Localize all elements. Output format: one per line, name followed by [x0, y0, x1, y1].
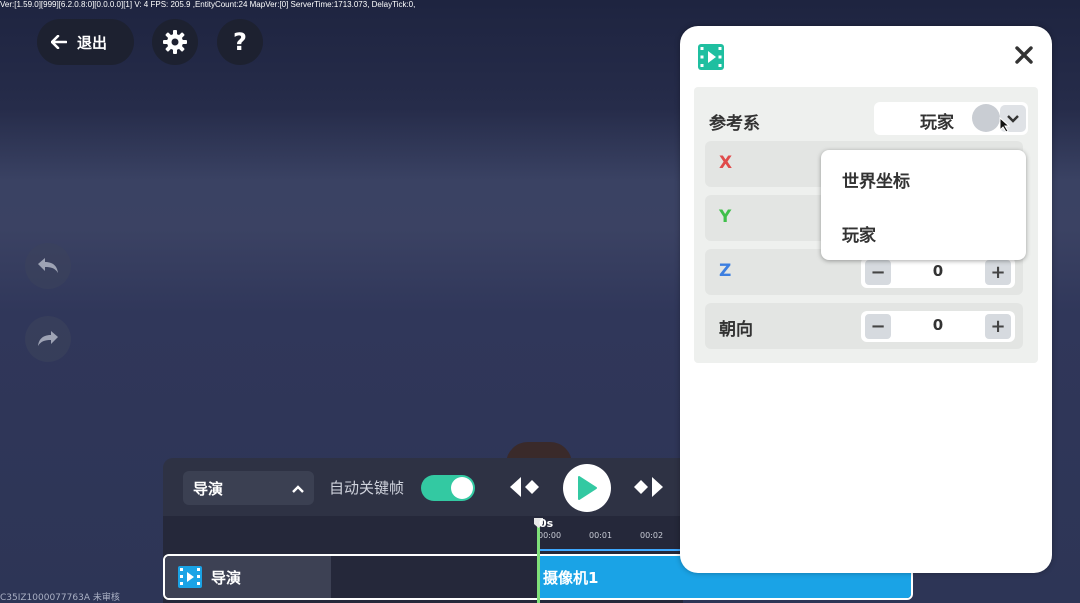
- timeline-toolbar: 导演 自动关键帧: [163, 458, 683, 516]
- heading-stepper[interactable]: 0 − +: [861, 311, 1015, 342]
- prev-keyframe-icon: [510, 477, 539, 497]
- undo-icon: [38, 258, 58, 273]
- chevron-up-icon: [292, 479, 304, 497]
- tick-label: 00:02: [640, 531, 664, 540]
- next-keyframe-button[interactable]: [631, 472, 665, 502]
- undo-button[interactable]: [25, 243, 71, 289]
- reference-label: 参考系: [709, 114, 760, 134]
- heading-minus-button[interactable]: −: [865, 314, 891, 339]
- toggle-knob: [451, 477, 473, 499]
- tick-label: 00:00: [538, 531, 562, 540]
- heading-plus-button[interactable]: +: [985, 314, 1011, 339]
- mode-select[interactable]: 导演: [183, 471, 314, 505]
- mouse-pointer-icon: [999, 117, 1011, 133]
- hover-highlight: [972, 104, 1000, 132]
- help-icon: ?: [233, 28, 247, 56]
- build-watermark: C35IZ1000077763A 未审核: [0, 593, 120, 603]
- reference-dropdown: 世界坐标 玩家: [821, 150, 1026, 260]
- auto-keyframe-label: 自动关键帧: [329, 479, 405, 497]
- z-plus-button[interactable]: +: [985, 260, 1011, 285]
- x-label: X: [719, 153, 733, 173]
- track-header[interactable]: 导演: [165, 556, 331, 598]
- heading-label: 朝向: [719, 320, 753, 340]
- mode-value: 导演: [193, 479, 224, 498]
- playhead-line[interactable]: [537, 518, 540, 603]
- timeline[interactable]: 00:00 00:01 00:02 导演 摄像机1 0s: [163, 516, 913, 603]
- exit-label: 退出: [77, 33, 108, 52]
- track-name: 导演: [211, 568, 242, 587]
- y-label: Y: [719, 207, 732, 227]
- prev-keyframe-button[interactable]: [508, 472, 542, 502]
- debug-info: Ver:[1.59.0][999][6.2.0.8:0][0.0.0.0][1]…: [0, 0, 416, 9]
- current-time: 0s: [539, 517, 554, 530]
- reference-value: 玩家: [920, 113, 954, 133]
- arrow-left-icon: [51, 35, 67, 49]
- exit-button[interactable]: 退出: [37, 19, 134, 65]
- next-keyframe-icon: [634, 477, 663, 497]
- film-icon: [178, 566, 202, 588]
- film-icon: [698, 44, 724, 70]
- play-icon: [578, 476, 597, 500]
- z-minus-button[interactable]: −: [865, 260, 891, 285]
- dropdown-option-world[interactable]: 世界坐标: [842, 167, 910, 192]
- tick-label: 00:01: [589, 531, 613, 540]
- dropdown-option-player[interactable]: 玩家: [842, 221, 876, 246]
- auto-keyframe-toggle[interactable]: [421, 475, 475, 501]
- clip-name: 摄像机1: [543, 568, 599, 587]
- close-icon[interactable]: [1014, 45, 1034, 65]
- camera-properties-panel: 参考系 玩家 X Y Z 0 − + 朝向 0 − +: [680, 26, 1052, 573]
- play-button[interactable]: [563, 464, 611, 512]
- settings-button[interactable]: [152, 19, 198, 65]
- ruler-progress: [537, 549, 683, 551]
- timeline-ruler[interactable]: 00:00 00:01 00:02: [163, 516, 683, 552]
- heading-row: 朝向 0 − +: [705, 303, 1023, 349]
- redo-button[interactable]: [25, 316, 71, 362]
- redo-icon: [38, 331, 58, 346]
- help-button[interactable]: ?: [217, 19, 263, 65]
- z-label: Z: [719, 261, 732, 281]
- gear-icon: [163, 30, 187, 54]
- z-stepper[interactable]: 0 − +: [861, 257, 1015, 288]
